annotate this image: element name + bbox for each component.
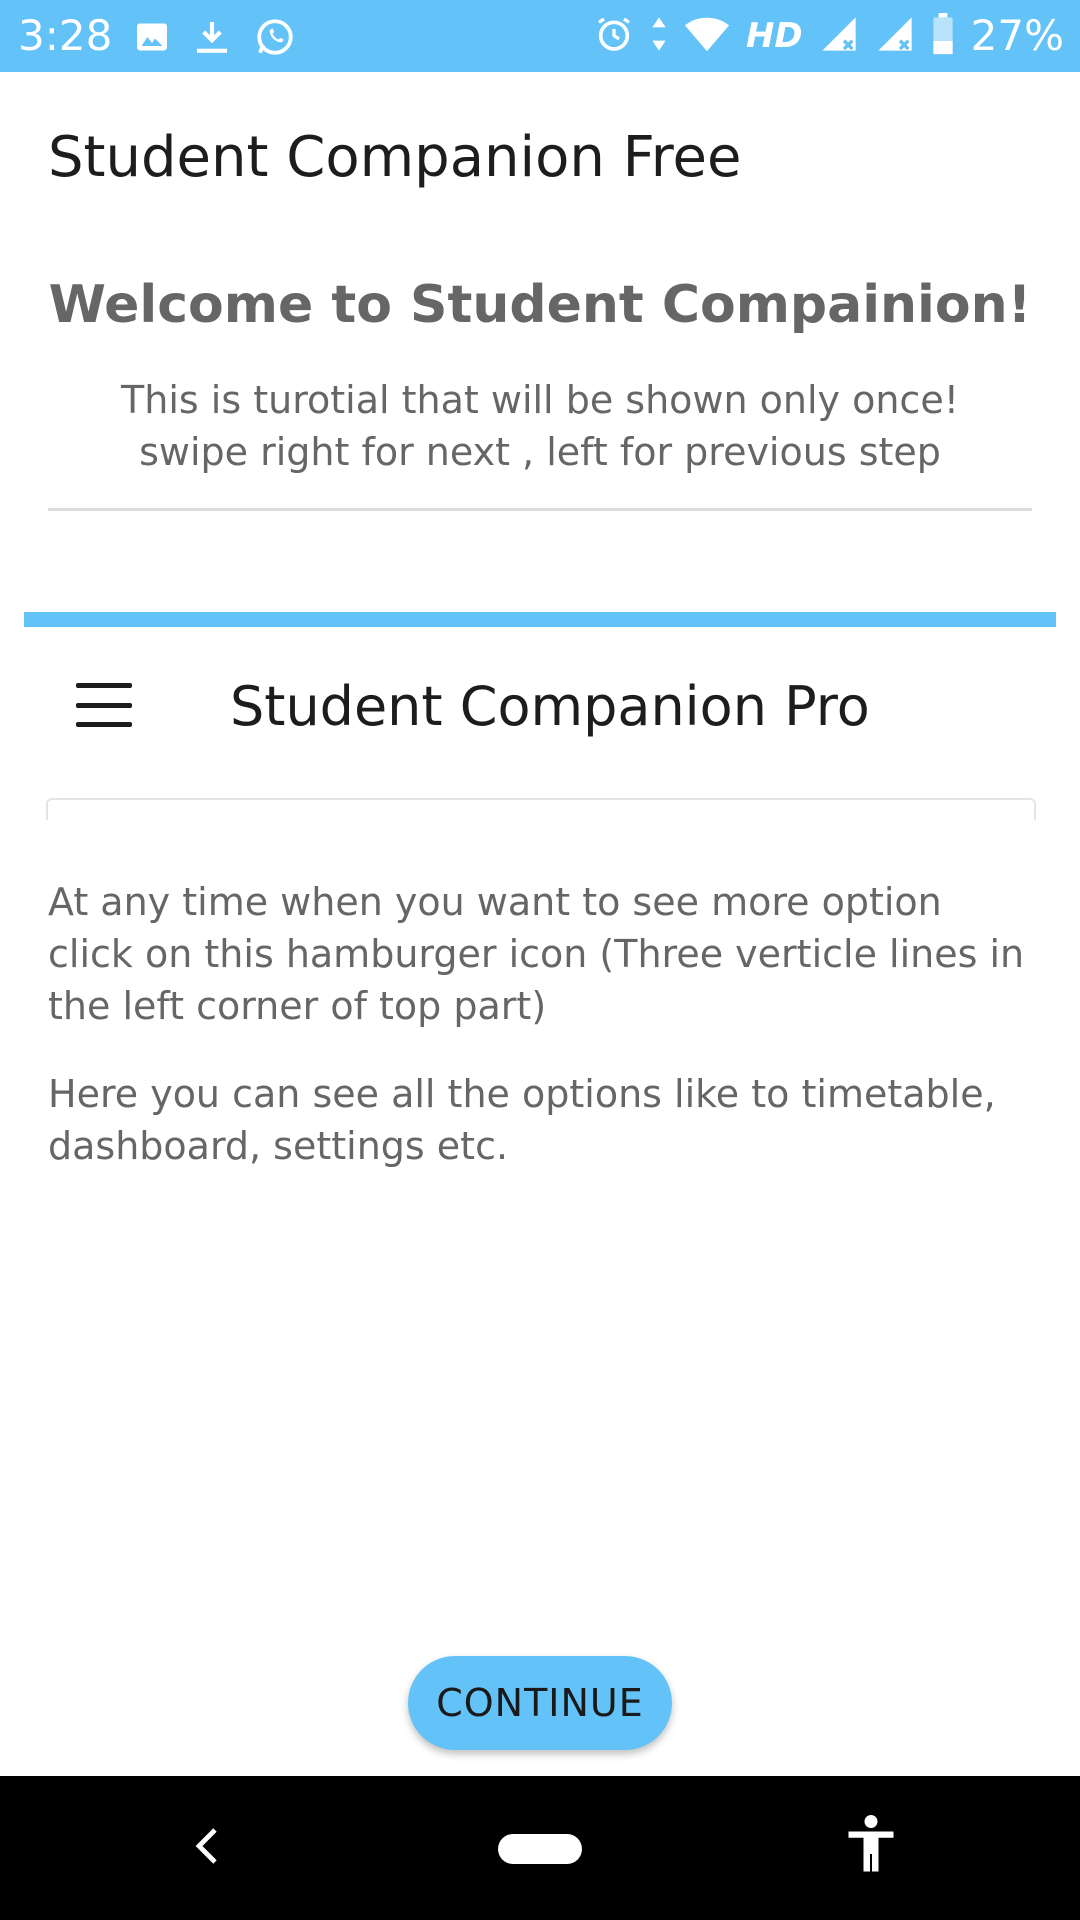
continue-button[interactable]: CONTINUE [408,1656,672,1750]
preview-toolbar: Student Companion Pro [24,627,1056,797]
status-time: 3:28 [18,11,113,60]
data-arrows-icon [650,14,668,58]
intro-line: This is turotial that will be shown only… [121,378,959,422]
preview-card [46,798,1036,820]
notification-icons [134,16,296,62]
tutorial-intro: This is turotial that will be shown only… [40,374,1040,478]
status-bar: 3:28 HD 27% [0,0,1080,72]
accessibility-icon[interactable] [846,1814,896,1878]
divider [48,508,1032,511]
download-icon [192,17,232,61]
whatsapp-icon [254,16,296,62]
alarm-icon [594,14,634,58]
battery-icon [931,13,955,59]
welcome-heading: Welcome to Student Compainion! [48,275,1032,335]
system-status: HD 27% [594,10,1064,62]
signal-icon [819,14,859,58]
app-title: Student Companion Free [48,125,742,190]
battery-percentage: 27% [970,11,1064,60]
tutorial-description: Here you can see all the options like to… [48,1072,996,1168]
back-icon[interactable] [190,1822,224,1874]
home-button[interactable] [498,1834,582,1864]
tutorial-description: At any time when you want to see more op… [48,880,1025,1028]
wifi-icon [684,14,730,58]
hamburger-menu-icon[interactable] [76,683,132,727]
preview-title: Student Companion Pro [230,675,870,738]
navigation-bar [0,1776,1080,1920]
signal-icon [875,14,915,58]
preview-status-bar [24,612,1056,627]
network-type-label: HD [745,16,803,56]
intro-line: swipe right for next , left for previous… [139,430,941,474]
image-icon [134,19,170,59]
